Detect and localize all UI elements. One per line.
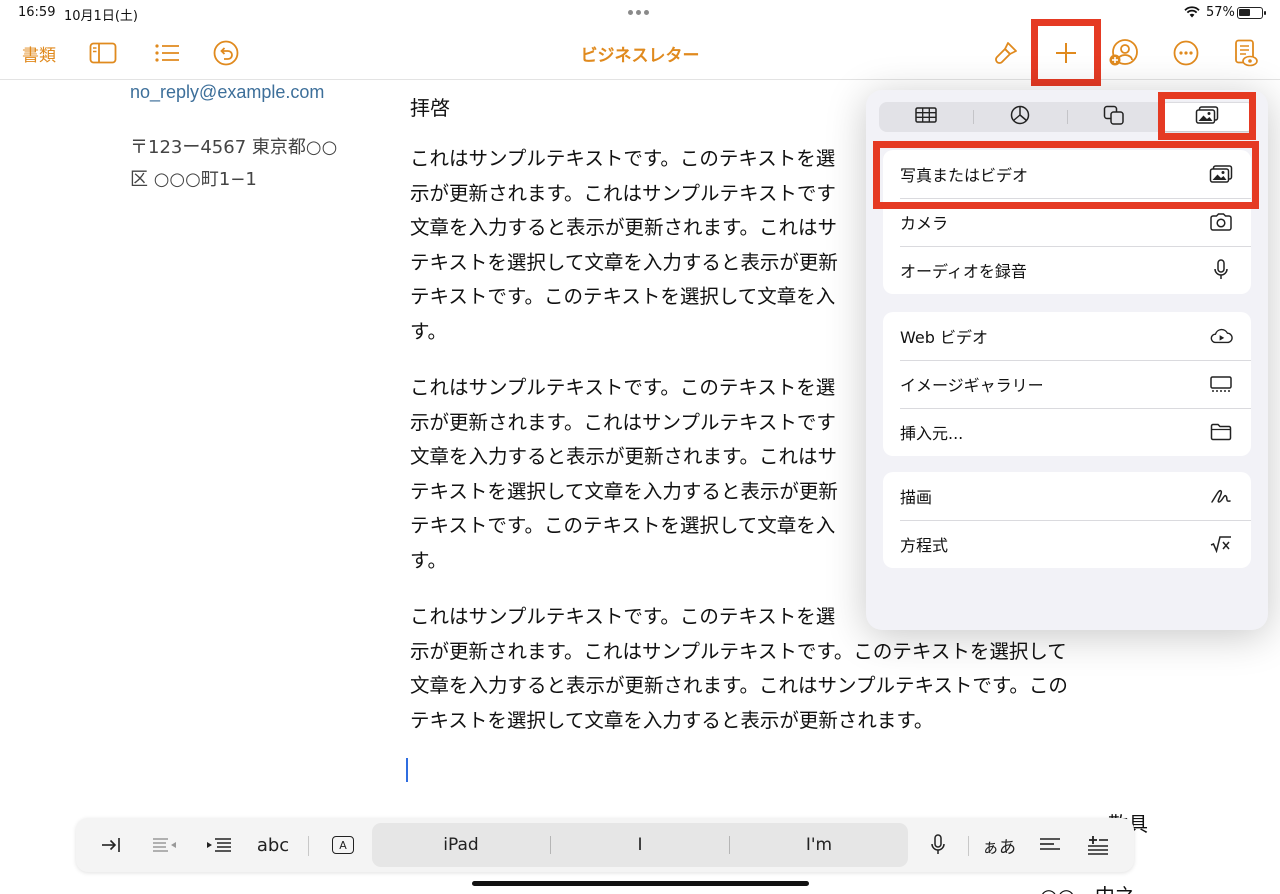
shapes-icon [1103,105,1125,129]
text-cursor [406,758,408,782]
photo-video-highlight-box [873,141,1259,209]
sender-info: no_reply@example.com 〒123ー4567 東京都○○ 区 ○… [130,76,370,196]
document-title[interactable]: ビジネスレター [581,46,700,66]
chart-icon [1010,105,1030,129]
sidebar-icon[interactable] [88,26,118,80]
suggestion-2[interactable]: I [551,823,729,867]
paintbrush-icon[interactable] [992,26,1020,80]
text-box-icon: A [332,836,354,854]
menu-item-drawing[interactable]: 描画 [883,472,1251,520]
tab-shapes[interactable] [1067,102,1161,132]
sender-email[interactable]: no_reply@example.com [130,76,370,108]
folder-icon [1209,421,1233,443]
spellcheck-button[interactable]: abc [254,818,292,872]
list-icon[interactable] [152,26,182,80]
menu-item-insert-from[interactable]: 挿入元... [883,408,1251,456]
keyboard-shortcut-bar: abc A iPad I I'm ぁあ [76,818,1134,872]
battery-percent: 57% [1206,5,1235,20]
kana-input-button[interactable]: ぁあ [980,818,1018,872]
wifi-icon [1184,6,1200,22]
camera-icon [1209,211,1233,233]
status-time: 16:59 [18,5,56,20]
sender-address-line2: 区 ○○○町1−1 [130,169,257,190]
menu-item-image-gallery[interactable]: イメージギャラリー [883,360,1251,408]
add-person-icon[interactable] [1108,26,1140,80]
dictation-microphone-icon[interactable] [926,818,950,872]
text-style-button[interactable]: A [328,818,358,872]
indent-icon[interactable] [204,818,234,872]
drawing-icon [1209,485,1233,507]
tools-group: 描画 方程式 [883,472,1251,568]
more-icon[interactable] [1172,26,1200,80]
align-left-icon[interactable] [1036,818,1064,872]
tab-table[interactable] [879,102,973,132]
battery-icon [1237,7,1266,19]
media-tab-highlight-box [1158,92,1256,140]
undo-icon[interactable] [212,26,240,80]
sqrt-icon [1209,533,1233,555]
table-icon [915,107,937,127]
status-date: 10月1日(土) [64,9,138,24]
documents-button[interactable]: 書類 [22,26,56,80]
tab-chart[interactable] [973,102,1067,132]
gallery-icon [1209,373,1233,395]
menu-item-equation[interactable]: 方程式 [883,520,1251,568]
predictive-text-bar: iPad I I'm [372,823,908,867]
reading-view-icon[interactable] [1232,26,1260,80]
sender-address-line1: 〒123ー4567 東京都○○ [130,137,338,158]
cloud-play-icon [1209,325,1233,347]
suggestion-1[interactable]: iPad [372,823,550,867]
greeting[interactable]: 拝啓 [410,92,450,121]
plus-highlight-box [1031,19,1101,86]
signature-text[interactable]: ○○ 中之 [1040,880,1135,894]
menu-item-web-video[interactable]: Web ビデオ [883,312,1251,360]
insert-comment-icon[interactable] [1084,818,1112,872]
outdent-icon[interactable] [150,818,180,872]
menu-item-record-audio[interactable]: オーディオを録音 [883,246,1251,294]
microphone-icon [1209,259,1233,281]
web-media-group: Web ビデオ イメージギャラリー 挿入元... [883,312,1251,456]
tab-indent-icon[interactable] [96,818,126,872]
multitasking-dots-icon[interactable] [628,10,652,16]
home-indicator[interactable] [472,881,809,886]
suggestion-3[interactable]: I'm [730,823,908,867]
